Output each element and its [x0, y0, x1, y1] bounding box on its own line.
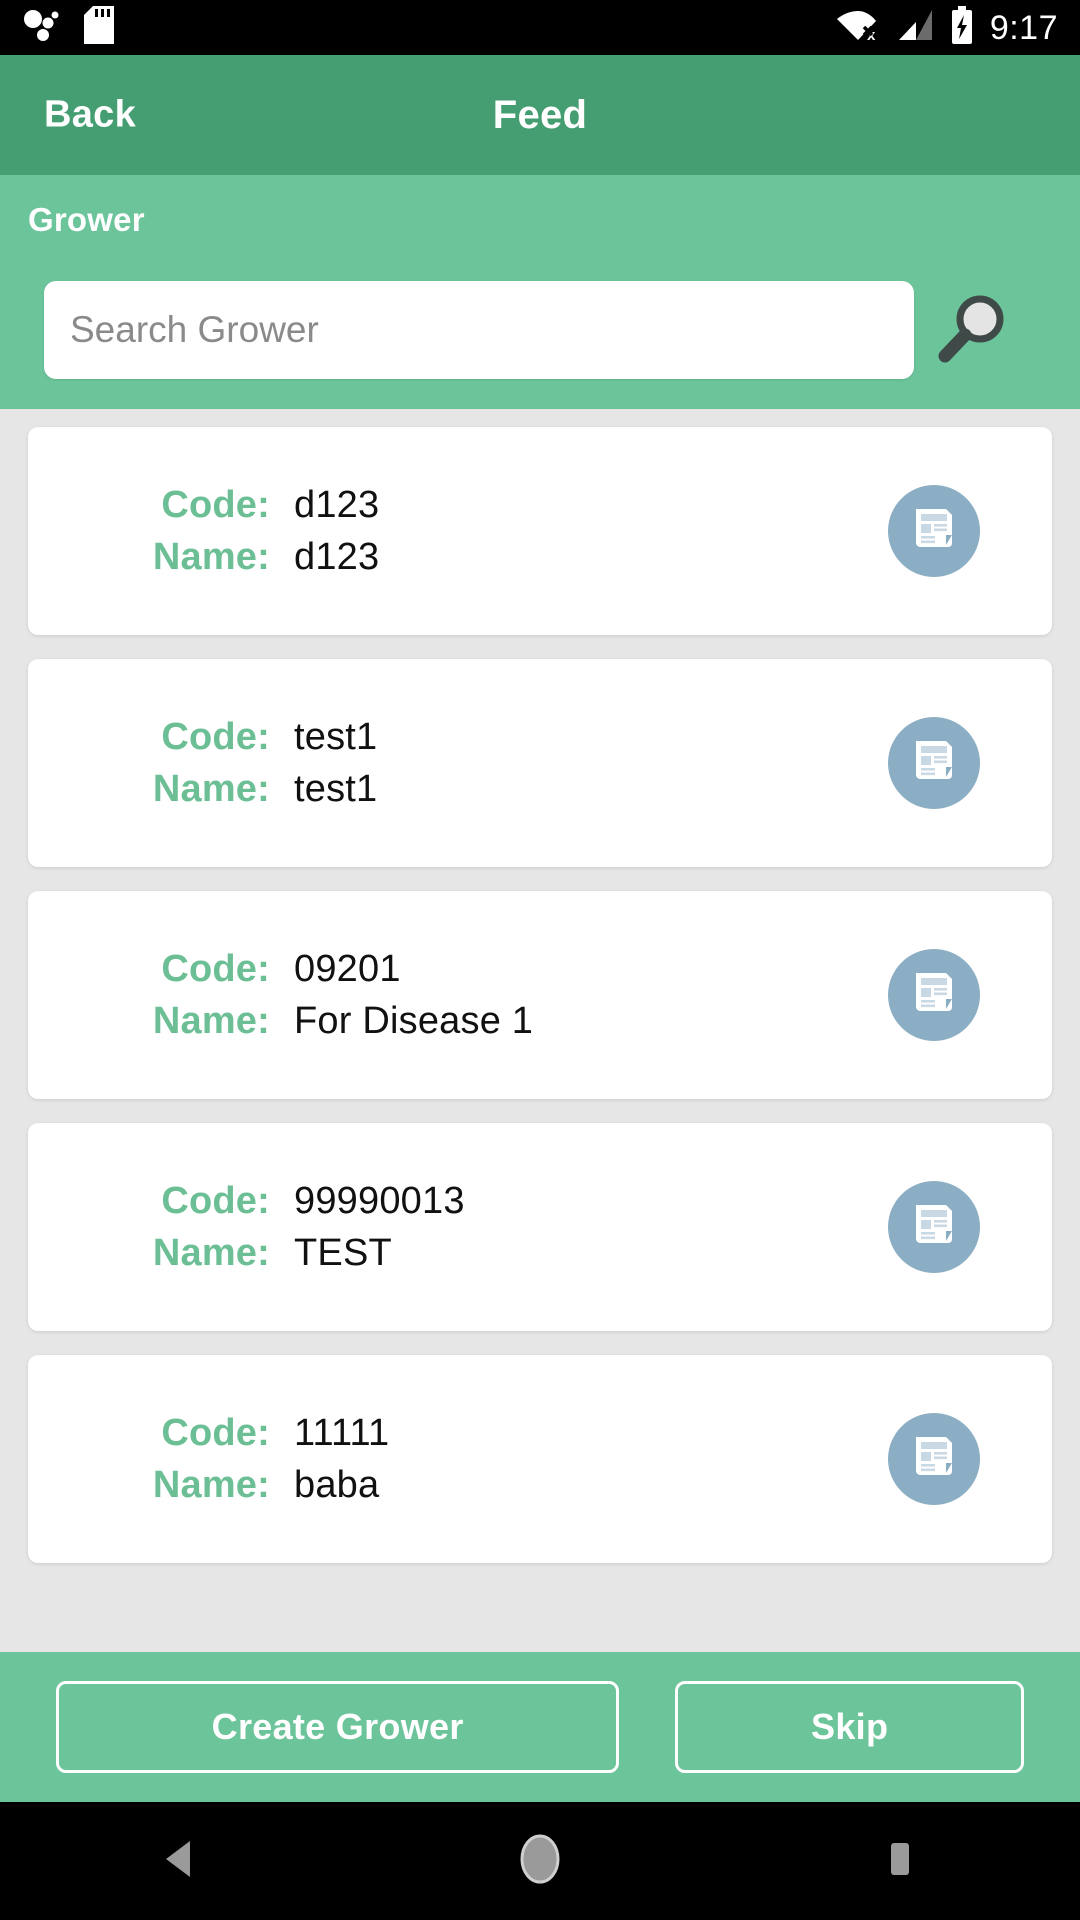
grower-list[interactable]: Code: d123 Name: d123 Code: test1 Name: …	[0, 409, 1080, 1652]
name-value: For Disease 1	[294, 999, 534, 1042]
name-value: d123	[294, 535, 380, 578]
code-label: Code:	[161, 1411, 270, 1454]
triangle-back-icon	[160, 1837, 200, 1886]
square-recents-icon	[882, 1837, 918, 1886]
sd-card-icon	[84, 6, 114, 49]
code-value: 99990013	[294, 1179, 465, 1222]
status-bar-clock: 9:17	[989, 8, 1058, 47]
name-row: Name: TEST	[120, 1232, 465, 1275]
code-label: Code:	[161, 1179, 270, 1222]
document-icon	[910, 737, 958, 790]
search-row	[0, 239, 1080, 379]
code-row: Code: d123	[120, 484, 379, 527]
name-label: Name:	[152, 767, 270, 810]
code-value: d123	[294, 483, 380, 526]
list-item-fields: Code: 11111 Name: baba	[28, 1403, 389, 1516]
magnifier-icon	[935, 290, 1013, 371]
code-label: Code:	[161, 947, 270, 990]
list-item[interactable]: Code: 99990013 Name: TEST	[28, 1123, 1052, 1331]
app-screen: x 9:17 Back Feed	[0, 0, 1080, 1920]
code-row: Code: 99990013	[120, 1180, 465, 1223]
search-button[interactable]	[914, 290, 1034, 371]
section-label-grower: Grower	[28, 201, 145, 238]
status-bar-right-icons: x 9:17	[836, 6, 1058, 49]
code-value: test1	[294, 715, 378, 758]
name-label: Name:	[152, 535, 270, 578]
document-icon	[910, 505, 958, 558]
skip-button[interactable]: Skip	[675, 1681, 1024, 1773]
status-bar-left-icons	[22, 6, 114, 49]
list-item-fields: Code: test1 Name: test1	[28, 707, 377, 820]
nav-recents-button[interactable]	[830, 1837, 970, 1886]
document-icon	[910, 1201, 958, 1254]
nav-home-button[interactable]	[470, 1832, 610, 1891]
create-grower-button[interactable]: Create Grower	[56, 1681, 620, 1773]
document-icon-button[interactable]	[888, 1181, 980, 1273]
code-label: Code:	[161, 483, 270, 526]
search-panel: Grower	[0, 175, 1080, 409]
nav-back-button[interactable]	[110, 1837, 250, 1886]
name-value: test1	[294, 767, 378, 810]
list-item-fields: Code: 09201 Name: For Disease 1	[28, 939, 533, 1052]
back-button[interactable]: Back	[44, 94, 136, 137]
document-icon	[910, 1433, 958, 1486]
bubbles-icon	[22, 8, 62, 47]
list-item[interactable]: Code: 11111 Name: baba	[28, 1355, 1052, 1563]
document-icon-button[interactable]	[888, 949, 980, 1041]
status-bar: x 9:17	[0, 0, 1080, 55]
list-item-fields: Code: 99990013 Name: TEST	[28, 1171, 465, 1284]
name-row: Name: d123	[120, 536, 379, 579]
document-icon	[910, 969, 958, 1022]
code-row: Code: 11111	[120, 1412, 389, 1455]
document-icon-button[interactable]	[888, 1413, 980, 1505]
page-title: Feed	[492, 92, 588, 137]
battery-charging-icon	[950, 6, 974, 49]
list-item[interactable]: Code: d123 Name: d123	[28, 427, 1052, 635]
name-value: baba	[294, 1463, 380, 1506]
wifi-off-icon: x	[836, 7, 880, 48]
name-value: TEST	[294, 1231, 392, 1274]
name-label: Name:	[152, 1231, 270, 1274]
name-label: Name:	[152, 999, 270, 1042]
action-bar: Create Grower Skip	[0, 1652, 1080, 1802]
app-bar: Back Feed	[0, 55, 1080, 175]
code-row: Code: test1	[120, 716, 377, 759]
cellular-signal-icon	[896, 8, 934, 47]
name-row: Name: For Disease 1	[120, 1000, 533, 1043]
list-item[interactable]: Code: 09201 Name: For Disease 1	[28, 891, 1052, 1099]
document-icon-button[interactable]	[888, 485, 980, 577]
search-input[interactable]	[44, 281, 914, 379]
name-row: Name: baba	[120, 1464, 389, 1507]
android-nav-bar	[0, 1802, 1080, 1920]
code-label: Code:	[161, 715, 270, 758]
code-value: 09201	[294, 947, 401, 990]
list-item[interactable]: Code: test1 Name: test1	[28, 659, 1052, 867]
code-value: 11111	[294, 1411, 390, 1454]
code-row: Code: 09201	[120, 948, 533, 991]
document-icon-button[interactable]	[888, 717, 980, 809]
circle-home-icon	[517, 1832, 563, 1891]
list-item-fields: Code: d123 Name: d123	[28, 475, 379, 588]
name-row: Name: test1	[120, 768, 377, 811]
name-label: Name:	[152, 1463, 270, 1506]
